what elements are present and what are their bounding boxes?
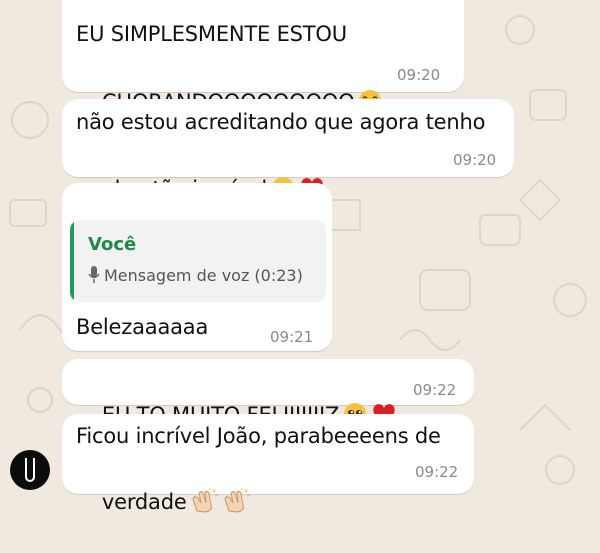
message-timestamp: 09:21 <box>270 328 314 346</box>
message-timestamp: 09:20 <box>453 151 497 169</box>
message-text: Belezaaaaaa <box>76 315 209 339</box>
message-text: verdade <box>76 451 251 553</box>
message-text: Ficou incrível João, parabeeeens de <box>76 424 441 448</box>
message-bubble[interactable]: não estou acreditando que agora tenho al… <box>62 99 514 201</box>
message-bubble[interactable]: Você Mensagem de voz (0:23) Belezaaaaaa … <box>62 183 332 351</box>
mic-icon <box>88 266 100 283</box>
clapping-hands-icon <box>224 489 250 513</box>
quoted-author: Você <box>88 234 137 255</box>
message-text: EU SIMPLESMENTE ESTOU <box>76 22 347 46</box>
quote-accent-bar <box>70 220 74 302</box>
message-timestamp: 09:22 <box>413 381 457 399</box>
quoted-voice-message: Mensagem de voz (0:23) <box>88 266 303 285</box>
clapping-hands-icon <box>192 489 218 513</box>
floating-app-icon[interactable] <box>10 450 50 490</box>
message-bubble[interactable]: Ficou incrível João, parabeeeens de verd… <box>62 414 474 514</box>
message-timestamp: 09:22 <box>415 463 459 481</box>
message-bubble[interactable]: EU SIMPLESMENTE ESTOU CHORANDOOOOOOOOO 0… <box>62 0 464 114</box>
message-timestamp: 09:20 <box>397 66 441 84</box>
quoted-message[interactable]: Você Mensagem de voz (0:23) <box>70 220 326 302</box>
message-bubble[interactable]: EU TO MUITO FELIIIIIIIZ 09:22 <box>62 359 474 427</box>
message-text: não estou acreditando que agora tenho <box>76 110 486 134</box>
app-glyph-icon <box>25 458 35 482</box>
